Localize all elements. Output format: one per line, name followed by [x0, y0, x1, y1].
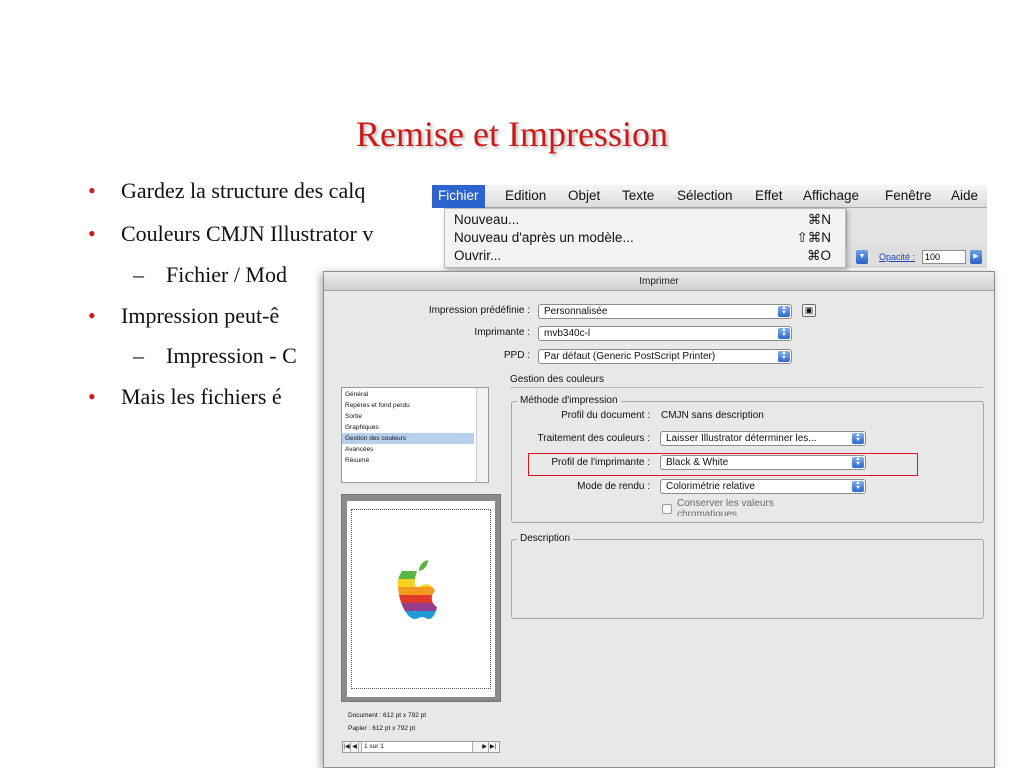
popup-arrows-icon: ▲ ▼: [852, 432, 864, 444]
printer-profile-label: Profil de l'imprimante :: [551, 457, 650, 468]
print-preview: [341, 494, 501, 702]
menu-fichier[interactable]: Fichier: [432, 185, 485, 208]
paper-size: Papier : 612 pt x 792 pt: [348, 725, 416, 732]
category-item[interactable]: Avancées: [342, 444, 474, 455]
category-scrollbar[interactable]: [476, 388, 488, 482]
print-dialog: Imprimer Impression prédéfinie : Personn…: [323, 271, 995, 768]
category-item[interactable]: Général: [342, 389, 474, 400]
preset-select[interactable]: Personnalisée ▲ ▼: [538, 304, 792, 319]
description-title: Description: [517, 533, 574, 544]
menu-selection[interactable]: Sélection: [677, 188, 733, 203]
bullet-text: Impression peut-ê: [121, 303, 280, 328]
menu-fenetre[interactable]: Fenêtre: [885, 188, 932, 203]
menu-item-shortcut: ⇧⌘N: [796, 230, 831, 245]
bullet-text: Mais les fichiers é: [121, 384, 282, 409]
bullet-item: • Impression peut-ê: [88, 303, 279, 329]
render-intent-select[interactable]: Colorimétrie relative ▲ ▼: [660, 479, 866, 494]
bullet-marker: •: [88, 384, 96, 409]
opacity-input[interactable]: 100: [922, 250, 966, 264]
category-item[interactable]: Graphiques: [342, 422, 474, 433]
ppd-value: Par défaut (Generic PostScript Printer): [544, 351, 716, 362]
ppd-select[interactable]: Par défaut (Generic PostScript Printer) …: [538, 349, 792, 364]
preserve-values-label: Conserver les valeurs chromatiques: [677, 498, 774, 516]
dialog-title: Imprimer: [324, 272, 994, 291]
doc-profile-label: Profil du document :: [561, 410, 650, 421]
category-item[interactable]: Sortie: [342, 411, 474, 422]
menu-item-shortcut: ⌘N: [807, 212, 831, 227]
color-section-title: Gestion des couleurs: [510, 374, 604, 385]
file-menu-dropdown: Nouveau... ⌘N Nouveau d'après un modèle.…: [444, 208, 846, 268]
dropdown-arrow-icon[interactable]: ▼: [856, 250, 868, 264]
category-item[interactable]: Repères et fond perdu: [342, 400, 474, 411]
doc-profile-value: CMJN sans description: [661, 410, 764, 421]
popup-arrows-icon: ▲ ▼: [778, 305, 790, 317]
menubar: Fichier Edition Objet Texte Sélection Ef…: [432, 185, 987, 208]
printer-profile-value: Black & White: [666, 457, 729, 468]
print-method-title: Méthode d'impression: [517, 395, 621, 406]
preset-value: Personnalisée: [544, 306, 608, 317]
menu-edition[interactable]: Edition: [505, 188, 546, 203]
document-size: Document : 612 pt x 792 pt: [348, 712, 427, 719]
bullet-item: • Couleurs CMJN Illustrator v: [88, 221, 373, 247]
bullet-marker: •: [88, 221, 96, 246]
save-preset-icon[interactable]: ▣: [802, 304, 816, 317]
preserve-values-checkbox[interactable]: [662, 504, 672, 514]
sub-bullet-item: – Impression - C: [133, 343, 297, 369]
apple-logo-icon: [397, 560, 437, 619]
preview-page: [347, 501, 495, 697]
color-handling-select[interactable]: Laisser Illustrator déterminer les... ▲ ▼: [660, 431, 866, 446]
description-group: [511, 539, 984, 619]
play-arrow-icon[interactable]: ▶: [970, 250, 982, 264]
menu-item-ouvrir[interactable]: Ouvrir... ⌘O: [454, 248, 831, 266]
popup-arrows-icon: ▲ ▼: [852, 480, 864, 492]
menu-item-shortcut: ⌘O: [806, 248, 831, 263]
dash-marker: –: [133, 343, 144, 368]
opacity-control: ▼ Opacité : 100 ▶: [846, 247, 987, 268]
menu-affichage[interactable]: Affichage: [803, 188, 859, 203]
printer-select[interactable]: mvb340c-l ▲ ▼: [538, 326, 792, 341]
bullet-item: • Gardez la structure des calq: [88, 178, 365, 204]
printer-label: Imprimante :: [474, 327, 530, 338]
last-page-icon[interactable]: ▶|: [489, 742, 497, 752]
popup-arrows-icon: ▲ ▼: [778, 350, 790, 362]
bullet-text: Couleurs CMJN Illustrator v: [121, 221, 374, 246]
prev-page-icon[interactable]: ◀: [351, 742, 359, 752]
menu-item-label: Ouvrir...: [454, 248, 502, 263]
sub-bullet-item: – Fichier / Mod: [133, 262, 287, 288]
page-number-field[interactable]: 1 sur 1: [361, 742, 473, 752]
render-intent-label: Mode de rendu :: [577, 481, 650, 492]
ppd-label: PPD :: [503, 350, 530, 361]
sub-bullet-text: Impression - C: [166, 343, 297, 368]
menu-objet[interactable]: Objet: [568, 188, 600, 203]
sub-bullet-text: Fichier / Mod: [166, 262, 287, 287]
category-item-selected[interactable]: Gestion des couleurs: [342, 433, 474, 444]
printer-value: mvb340c-l: [544, 328, 591, 339]
printer-profile-select[interactable]: Black & White ▲ ▼: [660, 455, 866, 470]
next-page-icon[interactable]: ▶: [481, 742, 489, 752]
menu-aide[interactable]: Aide: [951, 188, 978, 203]
menu-effet[interactable]: Effet: [755, 188, 783, 203]
render-intent-value: Colorimétrie relative: [666, 481, 755, 492]
dash-marker: –: [133, 262, 144, 287]
category-item[interactable]: Résumé: [342, 455, 474, 466]
opacity-label[interactable]: Opacité :: [879, 252, 915, 262]
color-handling-value: Laisser Illustrator déterminer les...: [666, 433, 817, 444]
first-page-icon[interactable]: |◀: [343, 742, 351, 752]
section-divider: [510, 387, 983, 388]
bullet-marker: •: [88, 178, 96, 203]
menu-texte[interactable]: Texte: [622, 188, 654, 203]
popup-arrows-icon: ▲ ▼: [852, 456, 864, 468]
category-list: Général Repères et fond perdu Sortie Gra…: [341, 387, 489, 483]
page-navigator: |◀ ◀ 1 sur 1 ▶ ▶|: [342, 741, 500, 753]
bullet-item: • Mais les fichiers é: [88, 384, 282, 410]
color-handling-label: Traitement des couleurs :: [537, 433, 650, 444]
menu-item-label: Nouveau d'après un modèle...: [454, 230, 634, 245]
popup-arrows-icon: ▲ ▼: [778, 327, 790, 339]
bullet-text: Gardez la structure des calq: [121, 178, 366, 203]
menu-item-label: Nouveau...: [454, 212, 520, 227]
bullet-marker: •: [88, 303, 96, 328]
menu-item-nouveau[interactable]: Nouveau... ⌘N: [454, 212, 831, 230]
menu-item-nouveau-modele[interactable]: Nouveau d'après un modèle... ⇧⌘N: [454, 230, 831, 248]
preset-label: Impression prédéfinie :: [428, 305, 530, 316]
